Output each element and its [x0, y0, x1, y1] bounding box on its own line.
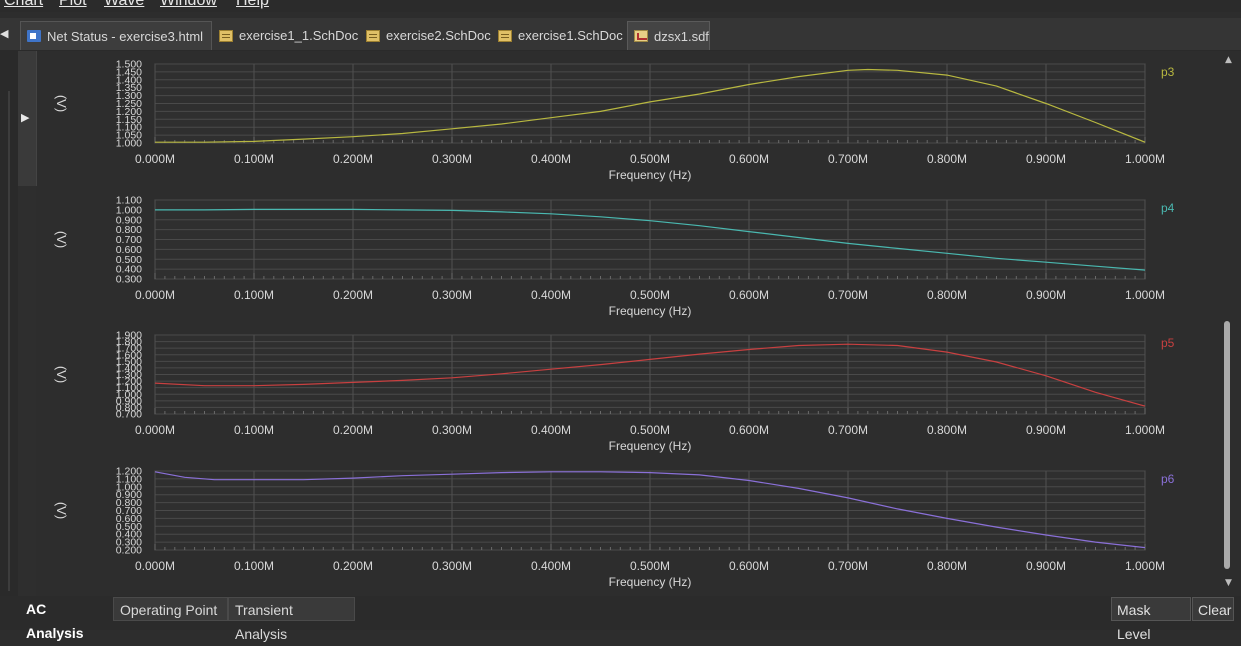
x-axis-label: Frequency (Hz) — [609, 168, 692, 182]
scrollbar-thumb[interactable] — [1224, 321, 1230, 569]
y-tick-label: 0.200 — [116, 545, 142, 557]
plot-panel: 1.2001.1001.0000.9000.8000.7000.6000.500… — [54, 466, 1175, 590]
x-tick-label: 0.300M — [432, 288, 472, 302]
y-tick-label: 0.700 — [116, 409, 142, 421]
y-unit-label: (V) — [54, 366, 69, 383]
x-tick-label: 1.000M — [1125, 423, 1165, 437]
x-tick-label: 1.000M — [1125, 559, 1165, 573]
y-unit-label: (V) — [54, 231, 69, 248]
x-tick-label: 0.900M — [1026, 152, 1066, 166]
x-tick-label: 0.400M — [531, 152, 571, 166]
x-tick-label: 0.300M — [432, 152, 472, 166]
waveform-plots: 1.5001.4501.4001.3501.3001.2501.2001.150… — [54, 59, 1175, 590]
x-tick-label: 0.700M — [828, 288, 868, 302]
plot-panel: 1.5001.4501.4001.3501.3001.2501.2001.150… — [54, 59, 1175, 183]
y-tick-label: 1.000 — [116, 138, 142, 150]
x-axis-label: Frequency (Hz) — [609, 575, 692, 589]
vertical-scrollbar[interactable]: ▲ ▼ — [1220, 51, 1241, 596]
x-tick-label: 0.400M — [531, 288, 571, 302]
tab-transient-analysis[interactable]: Transient Analysis — [228, 597, 355, 642]
x-tick-label: 0.200M — [333, 288, 373, 302]
plot-panel: 1.9001.8001.7001.6001.5001.4001.3001.200… — [54, 330, 1175, 454]
scroll-up-icon[interactable]: ▲ — [1225, 55, 1232, 65]
x-tick-label: 0.900M — [1026, 288, 1066, 302]
x-tick-label: 0.700M — [828, 559, 868, 573]
x-tick-label: 0.800M — [927, 559, 967, 573]
x-tick-label: 0.000M — [135, 559, 175, 573]
x-tick-label: 0.100M — [234, 559, 274, 573]
series-legend-p3[interactable]: p3 — [1161, 65, 1175, 79]
x-tick-label: 0.500M — [630, 423, 670, 437]
x-tick-label: 0.100M — [234, 288, 274, 302]
x-tick-label: 0.500M — [630, 152, 670, 166]
x-axis-label: Frequency (Hz) — [609, 304, 692, 318]
x-tick-label: 0.300M — [432, 559, 472, 573]
x-tick-label: 0.400M — [531, 559, 571, 573]
scroll-down-icon[interactable]: ▼ — [1225, 578, 1232, 588]
mask-level-button[interactable]: Mask Level — [1111, 597, 1191, 642]
x-tick-label: 0.200M — [333, 152, 373, 166]
series-legend-p6[interactable]: p6 — [1161, 472, 1175, 486]
x-tick-label: 0.800M — [927, 423, 967, 437]
bottom-bar: AC Analysis Operating Point Transient An… — [0, 596, 1241, 642]
x-tick-label: 0.800M — [927, 288, 967, 302]
x-tick-label: 0.100M — [234, 423, 274, 437]
x-tick-label: 0.500M — [630, 559, 670, 573]
x-tick-label: 0.600M — [729, 288, 769, 302]
x-tick-label: 0.400M — [531, 423, 571, 437]
series-legend-p4[interactable]: p4 — [1161, 201, 1175, 215]
x-tick-label: 0.700M — [828, 152, 868, 166]
plot-panel: 1.1001.0000.9000.8000.7000.6000.5000.400… — [54, 195, 1175, 319]
clear-button[interactable]: Clear — [1192, 597, 1234, 621]
x-tick-label: 0.000M — [135, 423, 175, 437]
x-tick-label: 0.600M — [729, 423, 769, 437]
x-tick-label: 0.600M — [729, 559, 769, 573]
series-legend-p5[interactable]: p5 — [1161, 336, 1175, 350]
x-tick-label: 1.000M — [1125, 288, 1165, 302]
x-tick-label: 0.000M — [135, 152, 175, 166]
x-tick-label: 0.100M — [234, 152, 274, 166]
tab-ac-analysis[interactable]: AC Analysis — [20, 597, 112, 641]
x-tick-label: 0.800M — [927, 152, 967, 166]
x-tick-label: 0.700M — [828, 423, 868, 437]
x-tick-label: 0.900M — [1026, 559, 1066, 573]
x-tick-label: 0.200M — [333, 423, 373, 437]
x-tick-label: 0.900M — [1026, 423, 1066, 437]
x-tick-label: 0.300M — [432, 423, 472, 437]
x-tick-label: 0.000M — [135, 288, 175, 302]
tab-operating-point[interactable]: Operating Point — [113, 597, 228, 621]
y-unit-label: (V) — [54, 502, 69, 519]
y-tick-label: 0.300 — [116, 274, 142, 286]
x-axis-label: Frequency (Hz) — [609, 439, 692, 453]
x-tick-label: 1.000M — [1125, 152, 1165, 166]
x-tick-label: 0.500M — [630, 288, 670, 302]
x-tick-label: 0.200M — [333, 559, 373, 573]
x-tick-label: 0.600M — [729, 152, 769, 166]
y-unit-label: (V) — [54, 95, 69, 112]
